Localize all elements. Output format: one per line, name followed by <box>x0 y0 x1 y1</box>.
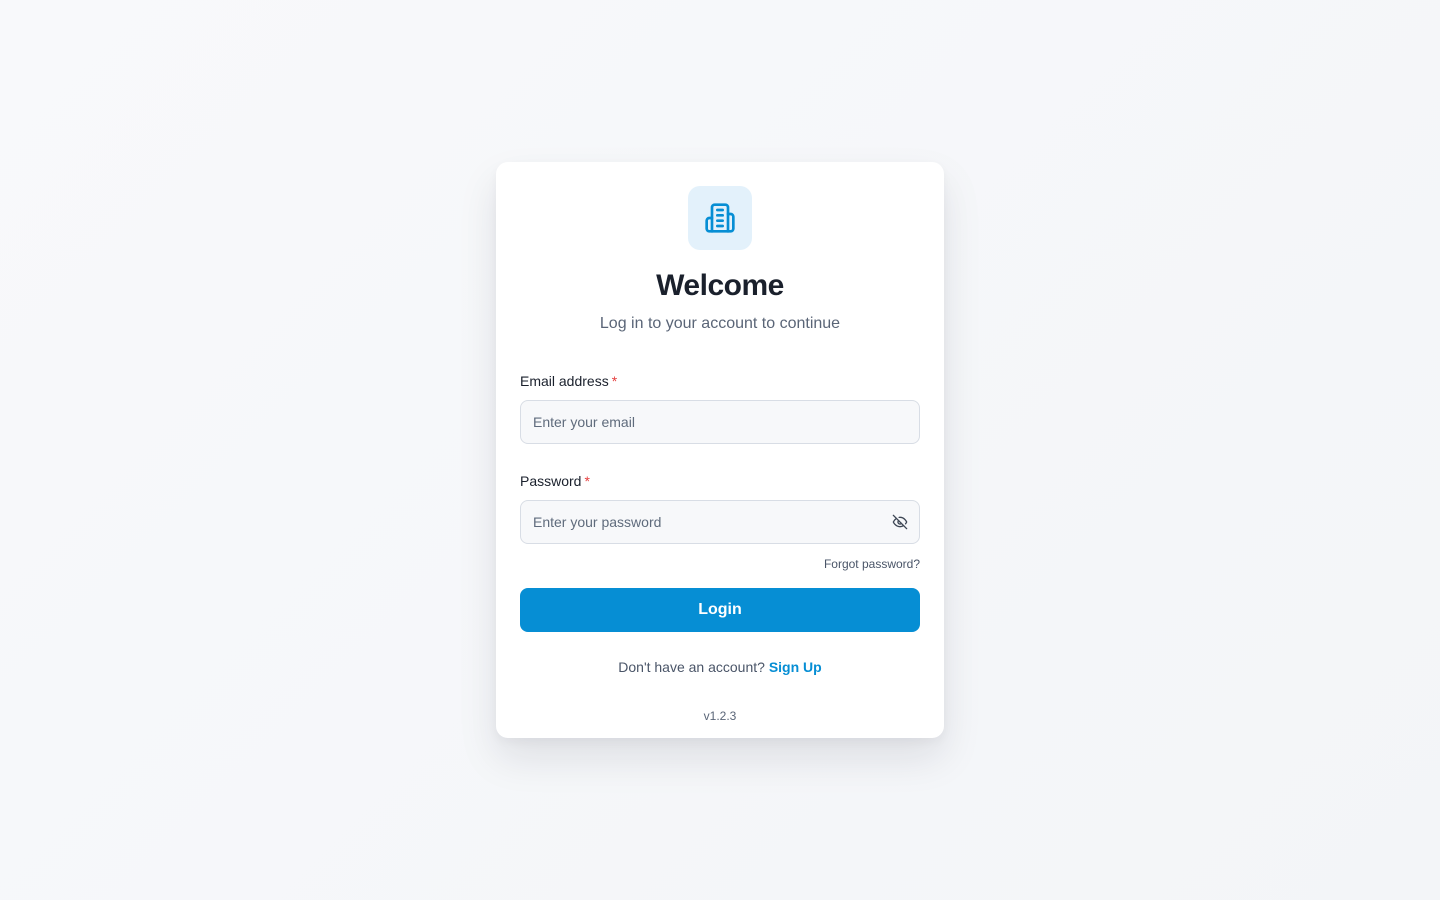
signup-prompt: Don't have an account? Sign Up <box>520 658 920 676</box>
password-label: Password * <box>520 472 920 490</box>
forgot-password-row: Forgot password? <box>520 556 920 572</box>
login-form: Email address* Password* Forgot password… <box>520 372 920 632</box>
password-label-text: Password <box>520 473 582 489</box>
signup-prompt-text: Don't have an account? <box>618 659 765 675</box>
email-field-wrapper <box>520 400 920 444</box>
email-label: Email address * <box>520 372 920 390</box>
email-input[interactable] <box>520 400 920 444</box>
password-input[interactable] <box>520 500 920 544</box>
email-required-mark: * <box>611 373 618 389</box>
login-button[interactable]: Login <box>520 588 920 632</box>
email-label-text: Email address <box>520 373 609 389</box>
login-card: Welcome Log in to your account to contin… <box>496 162 944 738</box>
signup-link[interactable]: Sign Up <box>769 659 822 675</box>
version-label: v1.2.3 <box>703 709 737 723</box>
building-icon <box>705 203 735 233</box>
logo-badge <box>688 186 752 250</box>
forgot-password-link[interactable]: Forgot password? <box>824 557 920 571</box>
page-subtitle: Log in to your account to continue <box>599 315 841 332</box>
toggle-password-visibility-button[interactable] <box>890 512 910 532</box>
page-title: Welcome <box>656 269 784 302</box>
password-field-wrapper <box>520 500 920 544</box>
password-required-mark: * <box>584 473 590 489</box>
eye-off-icon <box>892 514 908 530</box>
